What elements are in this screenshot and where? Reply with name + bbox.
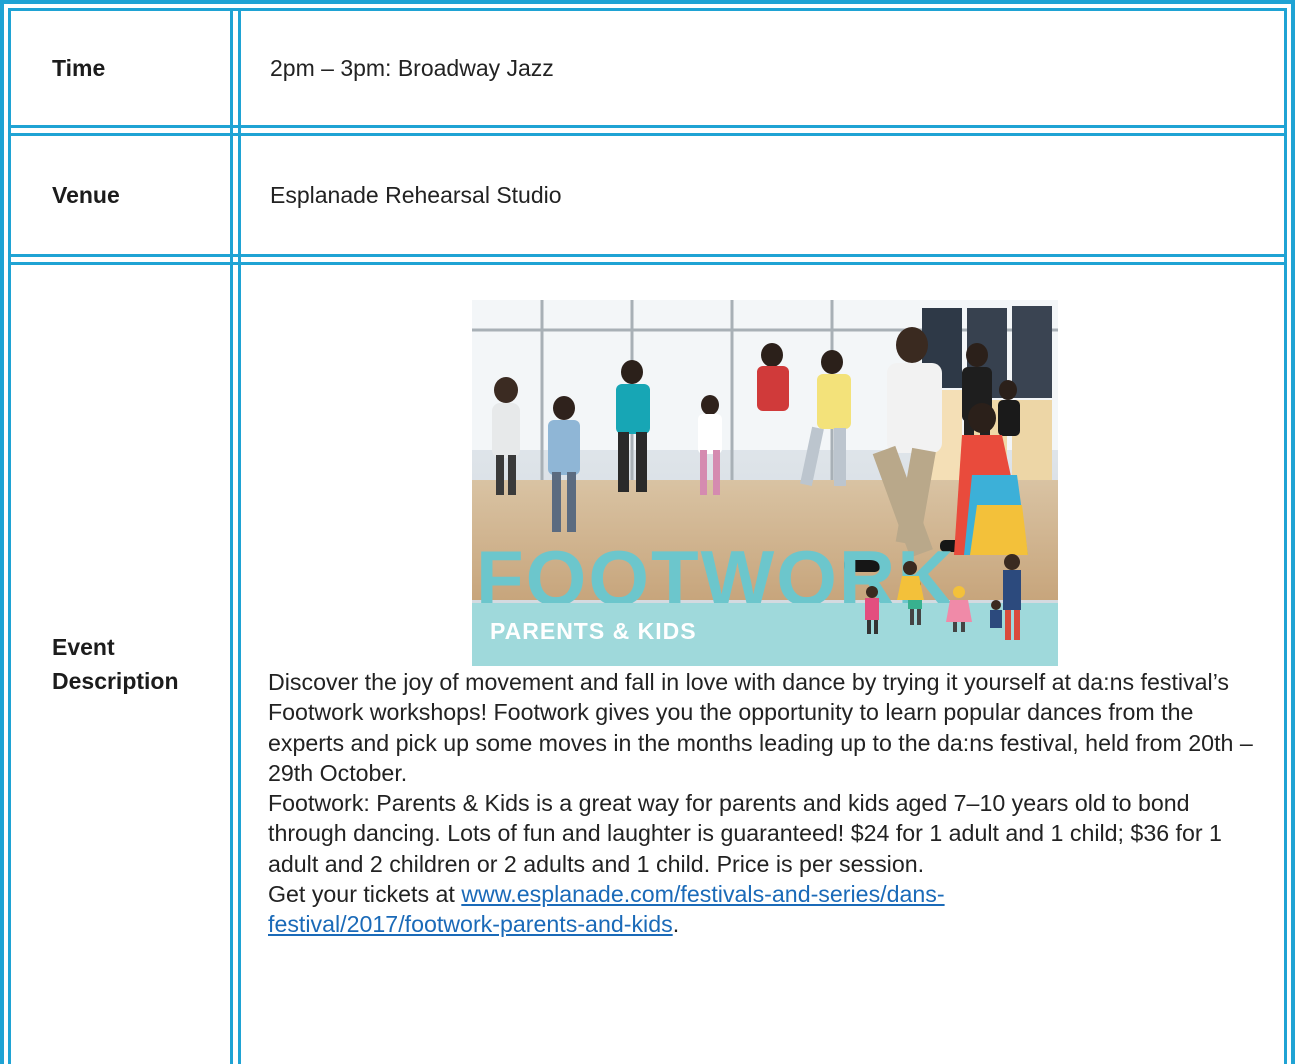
venue-value-cell: Esplanade Rehearsal Studio	[270, 136, 1270, 254]
row-divider-2a	[8, 254, 1287, 257]
description-label-line2: Description	[52, 668, 179, 694]
venue-label-cell: Venue	[52, 136, 230, 254]
tickets-link-line1: www.esplanade.com/festivals-and-series/d…	[461, 881, 945, 908]
description-label-line1: Event	[52, 634, 115, 660]
description-text: Discover the joy of movement and fall in…	[268, 667, 1268, 940]
venue-label: Venue	[52, 182, 120, 208]
svg-text:PARENTS & KIDS: PARENTS & KIDS	[490, 618, 697, 644]
row-divider-2b	[8, 262, 1287, 265]
tickets-link-line2: festival/2017/footwork-parents-and-kids	[268, 911, 673, 938]
tickets-prefix: Get your tickets at	[268, 881, 462, 908]
time-value-cell: 2pm – 3pm: Broadway Jazz	[270, 11, 1270, 125]
table-border-left-inner	[8, 8, 11, 1064]
description-paragraph-2: Footwork: Parents & Kids is a great way …	[268, 790, 1222, 877]
table-border-top-outer	[0, 0, 1295, 4]
table-border-right-outer	[1291, 0, 1295, 1064]
venue-value: Esplanade Rehearsal Studio	[270, 181, 562, 208]
event-photo: FOOTWORK PARENTS & KIDS	[472, 300, 1058, 666]
column-divider-right	[238, 8, 241, 1064]
description-label-cell: Event Description	[52, 630, 230, 700]
tickets-paragraph: Get your tickets at www.esplanade.com/fe…	[268, 879, 1268, 940]
table-border-left-outer	[0, 0, 4, 1064]
description-paragraph-1: Discover the joy of movement and fall in…	[268, 669, 1253, 786]
time-label: Time	[52, 55, 106, 81]
time-label-cell: Time	[52, 11, 230, 125]
row-divider-1a	[8, 125, 1287, 128]
column-divider-left	[230, 8, 233, 1064]
tickets-suffix: .	[672, 911, 680, 938]
event-details-table: Time 2pm – 3pm: Broadway Jazz Venue Espl…	[0, 0, 1295, 1064]
table-border-right-inner	[1284, 8, 1287, 1064]
time-value: 2pm – 3pm: Broadway Jazz	[270, 54, 554, 81]
